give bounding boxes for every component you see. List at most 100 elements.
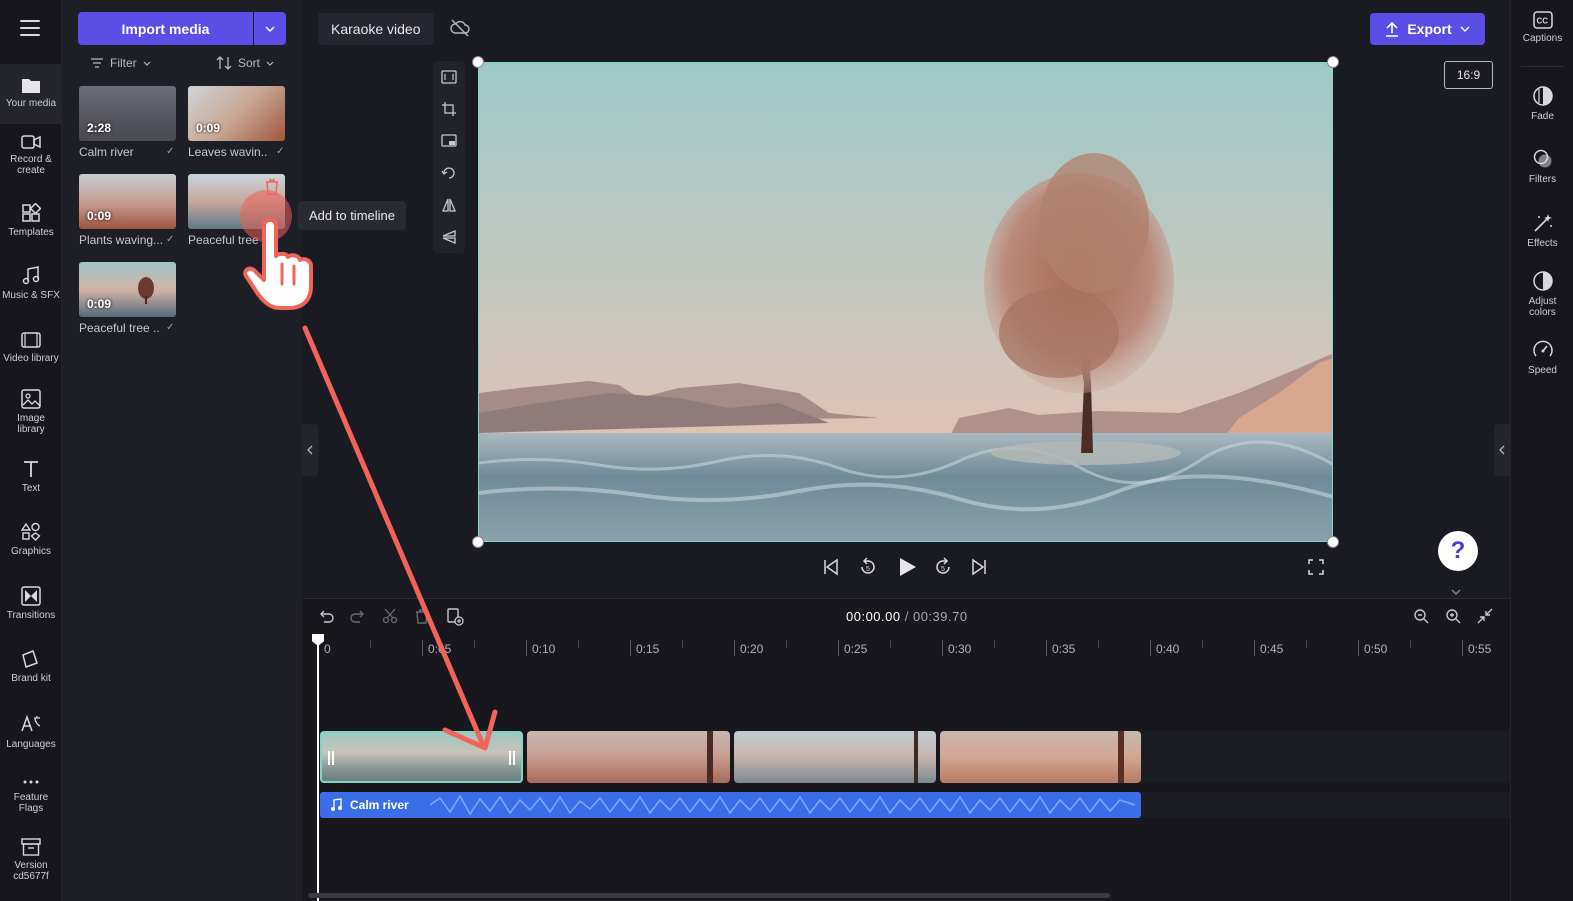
speed-button[interactable]: Speed <box>1511 339 1573 376</box>
forward-5s-icon[interactable]: 5 <box>932 556 954 583</box>
adjust-colors-icon <box>1532 271 1553 291</box>
undo-icon[interactable] <box>318 608 334 629</box>
nav-image-library[interactable]: Image library <box>0 389 62 435</box>
skip-to-end-icon[interactable] <box>970 556 988 583</box>
nav-languages[interactable]: Languages <box>0 713 62 750</box>
video-clip-selected[interactable] <box>320 731 523 783</box>
nav-text[interactable]: Text <box>0 459 62 494</box>
video-clip[interactable] <box>940 731 1141 783</box>
video-clip[interactable] <box>734 731 936 783</box>
nav-music-sfx[interactable]: Music & SFX <box>0 266 62 301</box>
languages-icon <box>21 714 41 732</box>
captions-button[interactable]: CC Captions <box>1511 11 1573 44</box>
nav-your-media[interactable]: Your media <box>0 64 62 124</box>
nav-label: Graphics <box>10 546 51 557</box>
duration-badge: 0:09 <box>87 209 112 223</box>
nav-record-create[interactable]: Record & create <box>0 134 62 176</box>
crop-icon[interactable] <box>433 93 465 125</box>
resize-handle[interactable] <box>1327 56 1339 68</box>
trash-icon[interactable] <box>263 178 281 201</box>
duration-badge: 0:09 <box>196 121 221 135</box>
shapes-icon <box>21 522 41 541</box>
media-item-name: Calm river <box>79 145 134 159</box>
effects-label: Effects <box>1527 238 1558 249</box>
video-preview[interactable] <box>478 62 1333 542</box>
rotate-icon[interactable] <box>433 157 465 189</box>
timecode: 00:00.00 / 00:39.70 <box>846 609 968 624</box>
import-dropdown-button[interactable] <box>254 12 286 45</box>
resize-handle[interactable] <box>472 536 484 548</box>
rewind-5s-icon[interactable]: 5 <box>857 556 879 583</box>
nav-feature-flags[interactable]: Feature Flags <box>0 776 62 814</box>
effects-button[interactable]: Effects <box>1511 212 1573 249</box>
picture-in-picture-icon[interactable] <box>433 125 465 157</box>
redo-icon[interactable] <box>350 608 366 629</box>
cloud-off-icon[interactable] <box>450 19 470 42</box>
filters-button[interactable]: Filters <box>1511 148 1573 185</box>
total-time: / 00:39.70 <box>904 609 968 624</box>
hamburger-menu-icon[interactable] <box>20 20 40 36</box>
media-thumbnail[interactable]: 0:09 <box>188 86 285 141</box>
video-clip[interactable] <box>527 731 730 783</box>
fit-icon[interactable] <box>433 61 465 93</box>
project-name-field[interactable]: Karaoke video <box>318 13 434 45</box>
nav-templates[interactable]: Templates <box>0 203 62 238</box>
nav-graphics[interactable]: Graphics <box>0 522 62 557</box>
audio-clip[interactable]: Calm river <box>320 792 1141 818</box>
import-media-button[interactable]: Import media <box>78 12 253 45</box>
resize-handle[interactable] <box>1327 536 1339 548</box>
zoom-in-icon[interactable] <box>1445 608 1461 629</box>
duplicate-icon[interactable] <box>446 608 464 631</box>
zoom-out-icon[interactable] <box>1413 608 1429 629</box>
collapse-media-panel-button[interactable] <box>302 424 318 476</box>
sort-button[interactable]: Sort <box>216 56 274 70</box>
more-icon <box>23 780 39 784</box>
trim-handle-right[interactable] <box>509 751 515 765</box>
left-nav: Your media Record & create Templates Mus… <box>0 0 62 901</box>
export-button[interactable]: Export <box>1370 13 1485 45</box>
fit-timeline-icon[interactable] <box>1477 608 1493 629</box>
fullscreen-icon[interactable] <box>1307 556 1325 583</box>
nav-version[interactable]: Version cd5677f <box>0 838 62 882</box>
fade-button[interactable]: Fade <box>1511 85 1573 122</box>
split-icon[interactable] <box>382 608 398 629</box>
video-track-empty <box>1141 731 1510 783</box>
delete-icon[interactable] <box>414 608 430 629</box>
help-button[interactable]: ? <box>1438 531 1478 571</box>
nav-label: Languages <box>6 739 56 750</box>
flip-horizontal-icon[interactable] <box>433 189 465 221</box>
timeline-scrollbar[interactable] <box>308 893 1110 898</box>
resize-handle[interactable] <box>472 56 484 68</box>
ruler-minor-tick <box>1410 640 1411 648</box>
nav-label: Transitions <box>6 610 56 621</box>
nav-label: Image library <box>17 413 45 435</box>
fade-icon <box>1532 86 1553 106</box>
playhead[interactable] <box>317 636 319 901</box>
nav-transitions[interactable]: Transitions <box>0 586 62 621</box>
folder-icon <box>22 79 40 93</box>
trim-handle-left[interactable] <box>328 751 334 765</box>
collapse-properties-panel-button[interactable] <box>1494 424 1510 476</box>
play-icon[interactable] <box>896 556 918 583</box>
ruler-minor-tick <box>890 640 891 648</box>
ruler-label: 0:20 <box>740 642 764 656</box>
nav-video-library[interactable]: Video library <box>0 331 62 364</box>
ruler-tick <box>1462 640 1463 656</box>
adjust-colors-button[interactable]: Adjust colors <box>1511 270 1573 318</box>
ruler-minor-tick <box>682 640 683 648</box>
chevron-left-icon <box>1499 445 1505 455</box>
audio-track-empty <box>1141 792 1510 818</box>
aspect-ratio-button[interactable]: 16:9 <box>1444 61 1493 89</box>
ruler-tick <box>526 640 527 656</box>
media-thumbnail[interactable]: 0:09 <box>79 174 176 229</box>
sort-icon <box>216 56 232 70</box>
chevron-down-icon <box>266 61 274 66</box>
skip-to-start-icon[interactable] <box>822 556 840 583</box>
flip-vertical-icon[interactable] <box>433 221 465 253</box>
nav-brand-kit[interactable]: Brand kit <box>0 649 62 684</box>
filter-button[interactable]: Filter <box>90 56 151 70</box>
media-thumbnail[interactable]: 0:09 <box>79 262 176 317</box>
ruler-minor-tick <box>994 640 995 648</box>
media-thumbnail[interactable]: 2:28 <box>79 86 176 141</box>
nav-label: Text <box>21 483 41 494</box>
